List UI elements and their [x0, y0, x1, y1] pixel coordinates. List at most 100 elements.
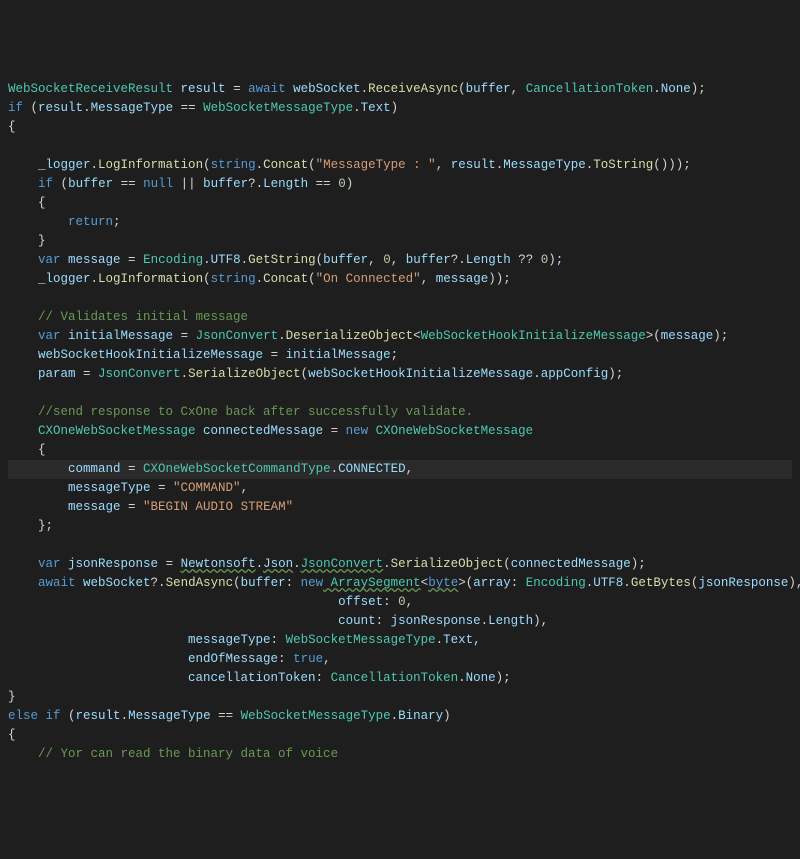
- code-line: message = "BEGIN AUDIO STREAM": [8, 500, 293, 514]
- keyword-token: else if: [8, 709, 61, 723]
- prop-token: None: [661, 82, 691, 96]
- var-token: _logger: [38, 158, 91, 172]
- type-token: WebSocketMessageType: [241, 709, 391, 723]
- punct: :: [286, 576, 301, 590]
- punct: ==: [173, 101, 203, 115]
- punct: .: [293, 557, 301, 571]
- code-editor[interactable]: WebSocketReceiveResult result = await we…: [8, 80, 792, 764]
- prop-token: Length: [466, 253, 511, 267]
- var-token: initialMessage: [61, 329, 174, 343]
- punct: .: [83, 101, 91, 115]
- var-token: result: [451, 158, 496, 172]
- var-token: _logger: [38, 272, 91, 286]
- punct: .: [481, 614, 489, 628]
- code-line: _logger.LogInformation(string.Concat("Me…: [8, 158, 691, 172]
- punct: .: [203, 253, 211, 267]
- param-token: offset: [338, 595, 383, 609]
- keyword-token: string: [211, 158, 256, 172]
- code-line: count: jsonResponse.Length),: [8, 614, 548, 628]
- var-token: message: [661, 329, 714, 343]
- punct: .: [331, 462, 339, 476]
- punct: ): [391, 101, 399, 115]
- var-token: buffer: [466, 82, 511, 96]
- string-token: "On Connected": [316, 272, 421, 286]
- punct: (: [203, 272, 211, 286]
- punct: ): [346, 177, 354, 191]
- code-line: if (result.MessageType == WebSocketMessa…: [8, 101, 398, 115]
- var-token: connectedMessage: [196, 424, 324, 438]
- punct: :: [383, 595, 398, 609]
- prop-token: UTF8: [211, 253, 241, 267]
- var-token: result: [181, 82, 226, 96]
- code-line: cancellationToken: CancellationToken.Non…: [8, 671, 511, 685]
- type-token: JsonConvert: [301, 557, 384, 571]
- comment-token: //send response to CxOne back after succ…: [38, 405, 473, 419]
- comment-token: // Validates initial message: [38, 310, 248, 324]
- prop-token: Length: [263, 177, 308, 191]
- punct: ?.: [151, 576, 166, 590]
- punct: (: [308, 158, 316, 172]
- punct: ||: [173, 177, 203, 191]
- code-line: offset: 0,: [8, 595, 413, 609]
- brace: };: [38, 519, 53, 533]
- punct: =: [158, 557, 181, 571]
- type-token: WebSocketMessageType: [286, 633, 436, 647]
- method-token: Concat: [263, 272, 308, 286]
- type-token: Encoding: [526, 576, 586, 590]
- type-token: JsonConvert: [196, 329, 279, 343]
- code-line: {: [8, 120, 16, 134]
- prop-token: UTF8: [593, 576, 623, 590]
- punct: .: [256, 158, 264, 172]
- var-token: message: [68, 500, 121, 514]
- prop-token: MessageType: [128, 709, 211, 723]
- punct: ),: [788, 576, 800, 590]
- code-line: var initialMessage = JsonConvert.Deseria…: [8, 329, 728, 343]
- keyword-token: var: [38, 329, 61, 343]
- var-token: connectedMessage: [511, 557, 631, 571]
- var-token: result: [38, 101, 83, 115]
- keyword-token: null: [143, 177, 173, 191]
- prop-token: Binary: [398, 709, 443, 723]
- prop-token: MessageType: [503, 158, 586, 172]
- code-line: {: [8, 728, 16, 742]
- punct: ,: [241, 481, 249, 495]
- punct: >(: [646, 329, 661, 343]
- param-token: array: [473, 576, 511, 590]
- var-token: webSocket: [76, 576, 151, 590]
- var-token: command: [68, 462, 121, 476]
- var-token: jsonResponse: [391, 614, 481, 628]
- prop-token: CONNECTED: [338, 462, 406, 476]
- type-token: CXOneWebSocketCommandType: [143, 462, 331, 476]
- punct: ,: [406, 595, 414, 609]
- method-token: ToString: [593, 158, 653, 172]
- param-token: count: [338, 614, 376, 628]
- punct: .: [256, 272, 264, 286]
- punct: ;: [113, 215, 121, 229]
- punct: ?.: [451, 253, 466, 267]
- punct: .: [436, 633, 444, 647]
- var-token: param: [38, 367, 76, 381]
- keyword-token: new: [346, 424, 369, 438]
- namespace-token: Json: [263, 557, 293, 571]
- punct: ==: [308, 177, 338, 191]
- punct: =: [226, 82, 249, 96]
- code-line: webSocketHookInitializeMessage = initial…: [8, 348, 398, 362]
- code-line: }: [8, 690, 16, 704]
- punct: :: [278, 652, 293, 666]
- param-token: messageType: [188, 633, 271, 647]
- prop-token: appConfig: [541, 367, 609, 381]
- type-token: WebSocketReceiveResult: [8, 82, 173, 96]
- punct: ,: [421, 272, 436, 286]
- method-token: Concat: [263, 158, 308, 172]
- punct: .: [383, 557, 391, 571]
- prop-token: Text: [361, 101, 391, 115]
- string-token: "COMMAND": [173, 481, 241, 495]
- punct: =: [121, 462, 144, 476]
- code-line: var message = Encoding.UTF8.GetString(bu…: [8, 253, 563, 267]
- keyword-token: await: [248, 82, 286, 96]
- type-token: CXOneWebSocketMessage: [38, 424, 196, 438]
- code-line: if (buffer == null || buffer?.Length == …: [8, 177, 353, 191]
- punct: =: [121, 253, 144, 267]
- punct: ??: [511, 253, 541, 267]
- code-line: CXOneWebSocketMessage connectedMessage =…: [8, 424, 533, 438]
